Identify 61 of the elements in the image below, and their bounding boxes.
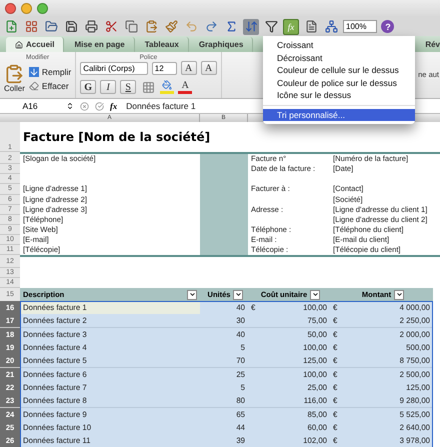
italic-button[interactable]: I	[100, 80, 116, 94]
caret-icon	[188, 291, 196, 298]
menu-item[interactable]: Croissant	[263, 39, 415, 52]
shrink-font-button[interactable]: A	[200, 61, 217, 75]
minimize-window-button[interactable]	[21, 3, 32, 14]
format-painter-icon[interactable]	[164, 20, 178, 33]
redo-icon[interactable]	[204, 20, 218, 33]
new-document-icon[interactable]	[4, 20, 18, 33]
menu-item[interactable]: Décroissant	[263, 52, 415, 64]
font-size-dropdown[interactable]: 12	[152, 62, 177, 74]
home-icon	[15, 40, 23, 48]
underline-button[interactable]: S	[120, 80, 136, 94]
font-color-button[interactable]: A	[178, 80, 192, 94]
filter-dropdown-button[interactable]	[233, 290, 244, 300]
bold-button[interactable]: G	[80, 80, 96, 94]
save-icon[interactable]	[64, 20, 78, 33]
menu-item[interactable]: Couleur de cellule sur le dessus	[263, 64, 415, 76]
function-label: fx	[110, 101, 118, 111]
paste-icon[interactable]	[144, 20, 158, 33]
sort-button[interactable]	[243, 18, 259, 34]
clear-button[interactable]: Effacer	[28, 80, 72, 90]
ribbon-tab[interactable]: Rév	[423, 37, 440, 52]
print-icon[interactable]	[84, 20, 98, 33]
eraser-icon	[28, 80, 39, 90]
fill-color-button[interactable]	[160, 80, 174, 94]
paint-bucket-icon	[162, 80, 172, 90]
ribbon-tab[interactable]: Accueil	[6, 37, 64, 52]
menu-item[interactable]: Tri personnalisé...	[263, 108, 415, 121]
clipboard-icon	[4, 64, 24, 84]
filter-icon[interactable]	[264, 20, 278, 33]
filter-dropdown-button[interactable]	[187, 290, 197, 300]
sort-icon	[244, 20, 258, 33]
close-window-button[interactable]	[5, 3, 16, 14]
gallery-icon[interactable]	[24, 20, 38, 33]
invoice-title: Facture [Nom de la société]	[22, 130, 212, 144]
menu-item[interactable]: Couleur de police sur le dessus	[263, 76, 415, 89]
zoom-field[interactable]: 100%	[343, 20, 378, 33]
zoom-window-button[interactable]	[37, 3, 48, 14]
filter-dropdown-button[interactable]	[394, 290, 404, 300]
open-folder-icon[interactable]	[44, 20, 58, 33]
name-box[interactable]: A16	[0, 101, 60, 111]
caret-icon	[234, 291, 242, 298]
font-dropdown[interactable]: Calibri (Corps)	[80, 62, 148, 74]
copy-icon[interactable]	[124, 20, 138, 33]
document-icon[interactable]	[304, 20, 318, 33]
filter-dropdown-button[interactable]	[310, 290, 320, 300]
caret-icon	[312, 291, 319, 298]
sum-icon[interactable]	[224, 20, 238, 33]
caret-icon	[396, 291, 403, 298]
help-button[interactable]: ?	[381, 20, 394, 33]
grow-font-button[interactable]: A	[180, 61, 197, 75]
borders-icon[interactable]	[142, 80, 155, 94]
stepper-icon[interactable]	[66, 102, 74, 110]
cancel-icon[interactable]	[80, 102, 89, 110]
paste-button[interactable]: Coller	[4, 64, 25, 93]
formula-field[interactable]: Données facture 1	[123, 101, 196, 111]
cut-icon[interactable]	[104, 20, 118, 33]
confirm-icon[interactable]	[95, 102, 104, 110]
fill-button[interactable]: Remplir	[28, 66, 72, 76]
network-icon[interactable]	[324, 20, 338, 33]
menu-item[interactable]: Icône sur le dessus	[263, 89, 415, 102]
